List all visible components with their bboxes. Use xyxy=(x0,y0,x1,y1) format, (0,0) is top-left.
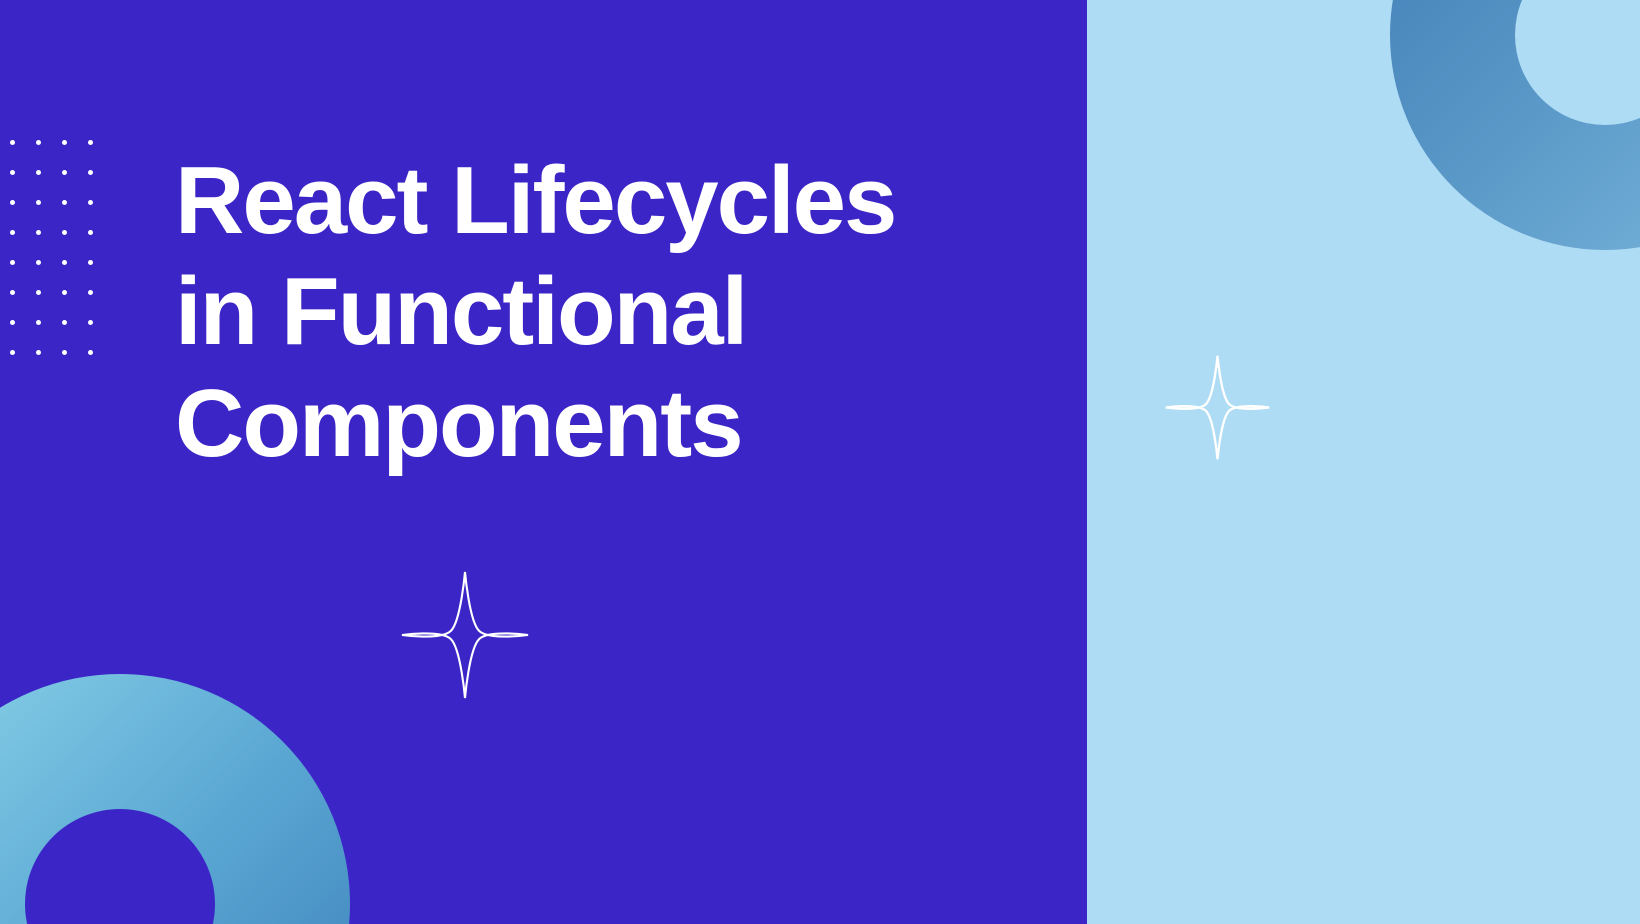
dot xyxy=(10,350,15,355)
dot xyxy=(62,200,67,205)
dot xyxy=(62,230,67,235)
dot xyxy=(36,140,41,145)
dot xyxy=(62,350,67,355)
dot xyxy=(10,260,15,265)
left-panel: React Lifecycles in Functional Component… xyxy=(0,0,1087,924)
right-panel xyxy=(1087,0,1640,924)
decorative-ring-icon xyxy=(0,674,350,924)
slide-title: React Lifecycles in Functional Component… xyxy=(175,145,895,479)
dot xyxy=(36,200,41,205)
dot xyxy=(36,230,41,235)
dot xyxy=(62,260,67,265)
dot xyxy=(62,290,67,295)
dot xyxy=(36,350,41,355)
dot xyxy=(10,200,15,205)
dot xyxy=(10,290,15,295)
slide-canvas: React Lifecycles in Functional Component… xyxy=(0,0,1640,924)
decorative-dot-grid xyxy=(10,140,93,355)
title-line-1: React Lifecycles xyxy=(175,147,895,254)
decorative-ring-icon xyxy=(1390,0,1640,250)
dot xyxy=(88,200,93,205)
dot xyxy=(88,170,93,175)
dot xyxy=(62,140,67,145)
dot xyxy=(36,320,41,325)
dot xyxy=(10,170,15,175)
dot xyxy=(10,230,15,235)
dot xyxy=(36,170,41,175)
dot xyxy=(88,260,93,265)
dot xyxy=(62,320,67,325)
dot xyxy=(62,170,67,175)
dot xyxy=(88,140,93,145)
dot xyxy=(36,290,41,295)
dot xyxy=(88,350,93,355)
dot xyxy=(10,140,15,145)
dot xyxy=(36,260,41,265)
dot xyxy=(88,290,93,295)
dot xyxy=(88,230,93,235)
sparkle-icon xyxy=(395,565,535,705)
title-line-3: Components xyxy=(175,370,742,477)
title-line-2: in Functional xyxy=(175,258,746,365)
dot xyxy=(10,320,15,325)
sparkle-icon xyxy=(1160,350,1275,465)
dot xyxy=(88,320,93,325)
